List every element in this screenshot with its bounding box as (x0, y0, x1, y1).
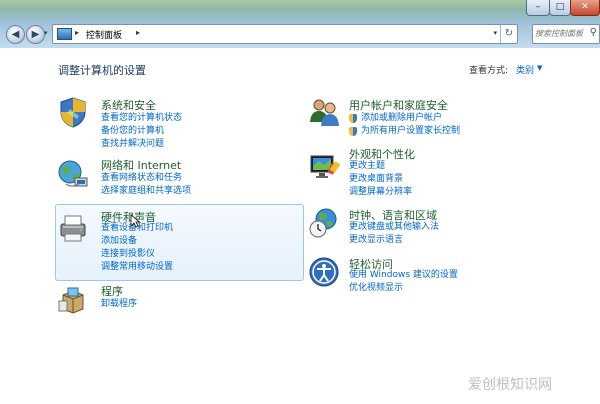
clock-globe-icon (309, 208, 337, 238)
hover-highlight (55, 204, 304, 281)
network-globe-icon (58, 160, 88, 187)
link-network-status[interactable]: 查看网络状态和任务 (101, 173, 182, 184)
recent-pages-dropdown[interactable]: ▾ (44, 29, 48, 37)
link-change-keyboard[interactable]: 更改键盘或其他输入法 (349, 222, 439, 233)
link-mobility-settings[interactable]: 调整常用移动设置 (101, 262, 173, 273)
link-desktop-background[interactable]: 更改桌面背景 (349, 174, 403, 185)
uac-shield-icon (349, 127, 357, 136)
link-add-remove-accounts[interactable]: 添加或删除用户帐户 (361, 113, 442, 124)
printer-icon (60, 215, 86, 242)
link-view-computer-status[interactable]: 查看您的计算机状态 (101, 113, 182, 124)
search-icon[interactable]: ⚲ (590, 27, 597, 38)
search-input[interactable] (533, 25, 587, 41)
link-backup-computer[interactable]: 备份您的计算机 (101, 126, 164, 137)
minimize-button[interactable]: – (526, 0, 550, 16)
security-shield-icon (60, 97, 86, 128)
address-dropdown-icon[interactable]: ▾ (493, 29, 497, 37)
category-title-appearance[interactable]: 外观和个性化 (349, 146, 415, 162)
ease-of-access-icon (309, 257, 339, 287)
category-title-network[interactable]: 网络和 Internet (101, 157, 181, 173)
link-display-language[interactable]: 更改显示语言 (349, 235, 403, 246)
search-box[interactable]: ⚲ (532, 24, 600, 44)
control-panel-icon (57, 28, 72, 40)
view-by-dropdown[interactable]: 类别 (516, 63, 534, 76)
refresh-icon[interactable]: ↻ (500, 25, 517, 43)
close-button[interactable]: ✕ (570, 0, 600, 16)
breadcrumb-separator[interactable]: ▸ (75, 28, 79, 37)
appearance-monitor-icon (310, 155, 340, 178)
page-title: 调整计算机的设置 (58, 64, 146, 77)
link-homegroup-sharing[interactable]: 选择家庭组和共享选项 (101, 186, 191, 197)
link-add-device[interactable]: 添加设备 (101, 236, 137, 247)
back-button[interactable]: ◀ (6, 25, 25, 44)
link-change-theme[interactable]: 更改主题 (349, 161, 385, 172)
category-title-clock[interactable]: 时钟、语言和区域 (349, 207, 437, 223)
users-icon (310, 99, 339, 126)
address-bar[interactable]: ▸ 控制面板 ▸ ▾ ↻ (52, 24, 518, 44)
uac-shield-icon (349, 114, 357, 123)
link-optimize-display[interactable]: 优化视频显示 (349, 283, 403, 294)
maximize-button[interactable]: □ (549, 0, 571, 16)
category-title-users[interactable]: 用户帐户和家庭安全 (349, 97, 448, 113)
breadcrumb-separator[interactable]: ▸ (136, 28, 140, 37)
view-by-label: 查看方式: (469, 66, 509, 76)
mouse-cursor-icon (130, 214, 140, 228)
category-title-programs[interactable]: 程序 (101, 283, 123, 299)
watermark-text: 爱创根知识网 (468, 377, 552, 393)
link-windows-recommended-settings[interactable]: 使用 Windows 建议的设置 (349, 270, 458, 281)
forward-button[interactable]: ▶ (26, 25, 45, 44)
link-parental-controls[interactable]: 为所有用户设置家长控制 (361, 126, 460, 137)
link-screen-resolution[interactable]: 调整屏幕分辨率 (349, 187, 412, 198)
breadcrumb-control-panel[interactable]: 控制面板 (86, 28, 122, 41)
programs-box-icon (58, 287, 84, 314)
category-title-system[interactable]: 系统和安全 (101, 97, 156, 113)
link-connect-projector[interactable]: 连接到投影仪 (101, 249, 155, 260)
link-troubleshoot[interactable]: 查找并解决问题 (101, 139, 164, 150)
view-by-arrow-icon[interactable]: ▼ (537, 64, 542, 72)
link-uninstall-program[interactable]: 卸载程序 (101, 299, 137, 310)
window-titlebar: – □ ✕ ◀ ▶ ▾ ▸ 控制面板 ▸ ▾ ↻ ⚲ (0, 0, 600, 48)
